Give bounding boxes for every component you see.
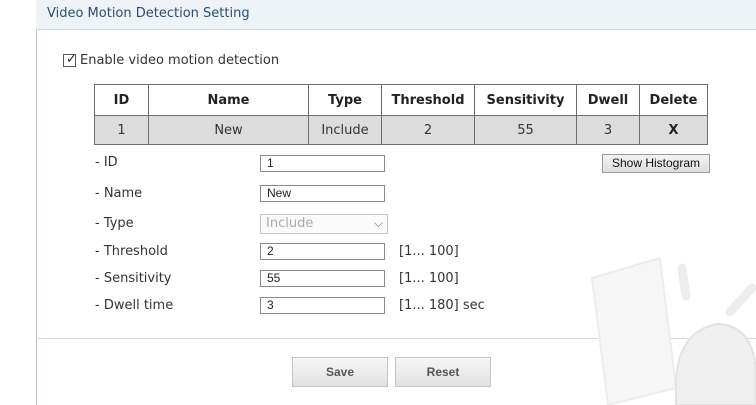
- cell-name: New: [148, 115, 309, 145]
- col-threshold: Threshold: [381, 84, 475, 116]
- enable-label: Enable video motion detection: [80, 53, 280, 68]
- col-dwell: Dwell: [576, 84, 640, 116]
- id-label: - ID: [95, 155, 118, 170]
- page-title: Video Motion Detection Setting: [47, 6, 250, 21]
- lamp-watermark-icon: [590, 256, 756, 405]
- type-select-value: Include: [266, 216, 314, 231]
- threshold-field[interactable]: 2: [260, 243, 385, 260]
- col-type: Type: [308, 84, 382, 116]
- name-field[interactable]: New: [260, 185, 385, 202]
- col-name: Name: [148, 84, 309, 116]
- col-delete: Delete: [639, 84, 708, 116]
- enable-motion-detection[interactable]: ✓ Enable video motion detection: [63, 53, 279, 68]
- delete-button[interactable]: X: [639, 115, 708, 145]
- dwell-range: [1... 180] sec: [399, 298, 485, 313]
- name-label: - Name: [95, 186, 143, 201]
- cell-type: Include: [308, 115, 382, 145]
- id-field[interactable]: 1: [260, 155, 385, 172]
- col-sensitivity: Sensitivity: [474, 84, 577, 116]
- sensitivity-label: - Sensitivity: [95, 271, 172, 286]
- save-button[interactable]: Save: [292, 357, 388, 387]
- cell-threshold: 2: [381, 115, 475, 145]
- threshold-label: - Threshold: [95, 244, 168, 259]
- table-header-row: ID Name Type Threshold Sensitivity Dwell…: [94, 84, 708, 116]
- enable-checkbox[interactable]: ✓: [63, 52, 77, 67]
- chevron-down-icon: ⌵: [373, 216, 383, 230]
- dwell-label: - Dwell time: [95, 298, 174, 313]
- reset-button[interactable]: Reset: [395, 357, 491, 387]
- sensitivity-range: [1... 100]: [399, 271, 459, 286]
- cell-dwell: 3: [576, 115, 640, 145]
- threshold-range: [1... 100]: [399, 244, 459, 259]
- col-id: ID: [94, 84, 149, 116]
- cell-sensitivity: 55: [474, 115, 577, 145]
- check-icon: ✓: [66, 52, 77, 67]
- panel-header: Video Motion Detection Setting: [36, 0, 756, 30]
- show-histogram-button[interactable]: Show Histogram: [602, 154, 710, 173]
- type-select[interactable]: Include ⌵: [260, 214, 388, 234]
- sensitivity-field[interactable]: 55: [260, 270, 385, 287]
- table-row[interactable]: 1 New Include 2 55 3 X: [94, 115, 708, 145]
- type-label: - Type: [95, 216, 134, 231]
- dwell-field[interactable]: 3: [260, 297, 385, 314]
- cell-id: 1: [94, 115, 149, 145]
- motion-zones-table: ID Name Type Threshold Sensitivity Dwell…: [94, 84, 708, 145]
